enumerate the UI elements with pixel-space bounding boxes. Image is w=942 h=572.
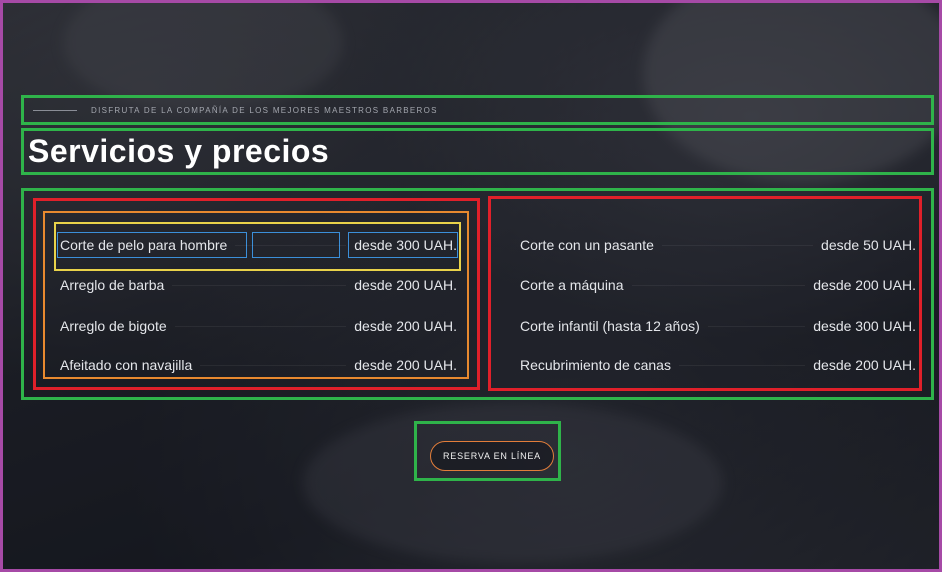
tagline-row: DISFRUTA DE LA COMPAÑÍA DE LOS MEJORES M… bbox=[27, 99, 931, 121]
service-price: desde 200 UAH. bbox=[813, 277, 916, 293]
service-row: Afeitado con navajilla desde 200 UAH. bbox=[60, 353, 457, 377]
service-row: Arreglo de bigote desde 200 UAH. bbox=[60, 314, 457, 338]
service-row: Corte de pelo para hombre desde 300 UAH. bbox=[60, 233, 457, 257]
service-row: Recubrimiento de canas desde 200 UAH. bbox=[520, 353, 916, 377]
service-price: desde 200 UAH. bbox=[354, 277, 457, 293]
service-divider bbox=[707, 325, 806, 327]
service-price: desde 300 UAH. bbox=[354, 237, 457, 253]
service-price: desde 50 UAH. bbox=[821, 237, 916, 253]
book-online-button[interactable]: RESERVA EN LÍNEA bbox=[430, 441, 554, 471]
service-price: desde 200 UAH. bbox=[354, 357, 457, 373]
section-tagline: DISFRUTA DE LA COMPAÑÍA DE LOS MEJORES M… bbox=[91, 105, 438, 115]
service-name: Corte a máquina bbox=[520, 277, 624, 293]
service-divider bbox=[235, 244, 347, 246]
service-row: Corte infantil (hasta 12 años) desde 300… bbox=[520, 314, 916, 338]
service-divider bbox=[678, 364, 806, 366]
service-divider bbox=[631, 284, 806, 286]
service-divider bbox=[200, 364, 347, 366]
service-name: Corte infantil (hasta 12 años) bbox=[520, 318, 700, 334]
page-frame: DISFRUTA DE LA COMPAÑÍA DE LOS MEJORES M… bbox=[0, 0, 942, 572]
service-price: desde 200 UAH. bbox=[354, 318, 457, 334]
service-divider bbox=[174, 325, 347, 327]
service-name: Afeitado con navajilla bbox=[60, 357, 193, 373]
service-row: Corte a máquina desde 200 UAH. bbox=[520, 273, 916, 297]
service-divider bbox=[172, 284, 347, 286]
service-name: Arreglo de bigote bbox=[60, 318, 167, 334]
page-title: Servicios y precios bbox=[28, 133, 330, 169]
service-name: Recubrimiento de canas bbox=[520, 357, 671, 373]
service-price: desde 200 UAH. bbox=[813, 357, 916, 373]
service-row: Corte con un pasante desde 50 UAH. bbox=[520, 233, 916, 257]
service-name: Corte de pelo para hombre bbox=[60, 237, 228, 253]
service-row: Arreglo de barba desde 200 UAH. bbox=[60, 273, 457, 297]
service-name: Corte con un pasante bbox=[520, 237, 654, 253]
service-name: Arreglo de barba bbox=[60, 277, 165, 293]
tagline-divider bbox=[33, 109, 77, 111]
service-price: desde 300 UAH. bbox=[813, 318, 916, 334]
service-divider bbox=[661, 244, 814, 246]
